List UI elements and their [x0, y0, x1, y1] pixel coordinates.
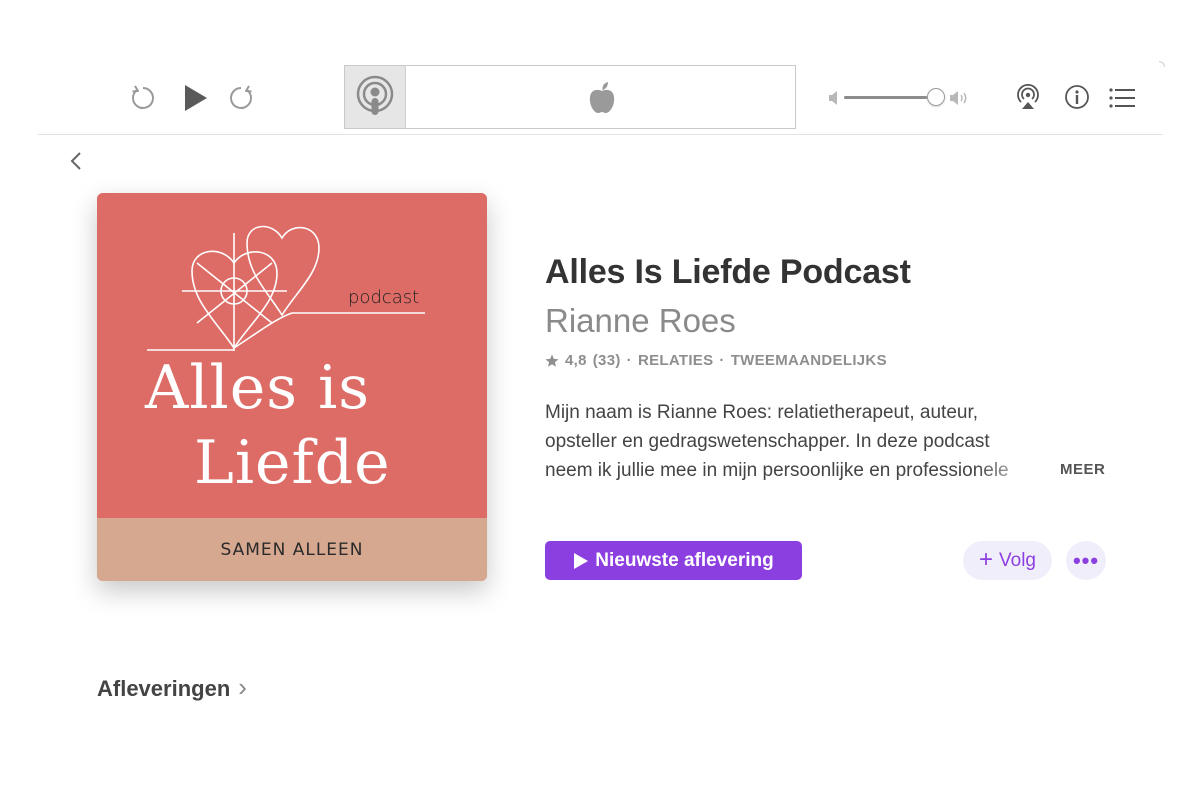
category-link[interactable]: RELATIES	[638, 352, 713, 369]
plus-icon: +	[979, 545, 994, 573]
episodes-heading: Afleveringen	[97, 676, 231, 701]
info-icon[interactable]	[1063, 83, 1091, 111]
window-corner	[1159, 61, 1165, 67]
podcast-artwork: podcast Alles is Liefde SAMEN ALLEEN	[97, 193, 487, 581]
artwork-band: SAMEN ALLEEN	[97, 518, 487, 581]
podcast-meta: 4,8 (33) · RELATIES · TWEEMAANDELIJKS	[545, 352, 887, 369]
rating-count: (33)	[592, 352, 621, 369]
follow-label: Volg	[999, 549, 1036, 571]
volume-slider-fill	[844, 96, 927, 99]
volume-low-icon	[827, 90, 841, 106]
artwork-title-line2: Liefde	[194, 428, 391, 498]
frequency-label: TWEEMAANDELIJKS	[730, 352, 887, 369]
artwork-podcast-word: podcast	[348, 287, 420, 308]
ellipsis-icon: •••	[1072, 547, 1100, 573]
skip-back-icon[interactable]	[128, 83, 158, 113]
description-line: Mijn naam is Rianne Roes: relatietherape…	[545, 402, 979, 423]
back-chevron-icon[interactable]	[66, 150, 86, 172]
volume-slider[interactable]	[844, 96, 934, 99]
podcast-author[interactable]: Rianne Roes	[545, 302, 736, 340]
description-line: opsteller en gedragswetenschapper. In de…	[545, 431, 990, 452]
toolbar	[38, 55, 1165, 135]
more-options-button[interactable]: •••	[1066, 541, 1106, 580]
podcasts-app-icon	[345, 66, 406, 128]
play-icon	[574, 552, 589, 569]
artwork-title-line1: Alles is	[145, 353, 371, 423]
newest-episode-button[interactable]: Nieuwste aflevering	[545, 541, 802, 580]
airplay-icon[interactable]	[1014, 83, 1042, 111]
volume-high-icon	[949, 89, 971, 107]
now-playing-display	[344, 65, 796, 129]
artwork-band-text: SAMEN ALLEEN	[220, 539, 364, 560]
volume-slider-knob[interactable]	[927, 88, 945, 106]
rating-value: 4,8	[565, 352, 587, 369]
more-link[interactable]: MEER	[1060, 461, 1105, 478]
meta-separator: ·	[626, 352, 632, 369]
skip-forward-icon[interactable]	[226, 83, 256, 113]
star-icon	[545, 354, 559, 367]
play-icon[interactable]	[178, 81, 212, 115]
meta-separator: ·	[719, 352, 725, 369]
list-icon[interactable]	[1109, 85, 1135, 111]
chevron-right-icon: ›	[238, 672, 247, 702]
podcast-title: Alles Is Liefde Podcast	[545, 253, 911, 291]
podcast-description: Mijn naam is Rianne Roes: relatietherape…	[545, 398, 1085, 485]
newest-episode-label: Nieuwste aflevering	[595, 549, 774, 571]
apple-logo-icon	[585, 81, 619, 115]
description-line: neem ik jullie mee in mijn persoonlijke …	[545, 460, 1009, 481]
follow-button[interactable]: + Volg	[963, 541, 1052, 580]
episodes-section-link[interactable]: Afleveringen ›	[97, 672, 247, 703]
